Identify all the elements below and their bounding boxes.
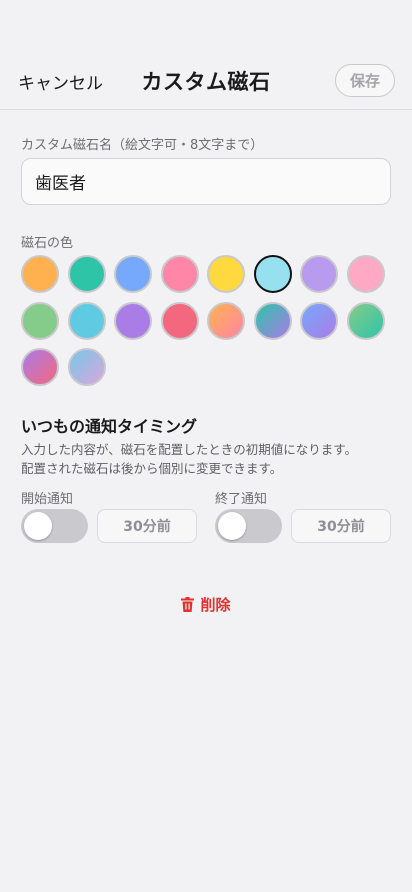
name-field-label: カスタム磁石名（絵文字可・8文字まで） [21,138,264,153]
save-button[interactable]: 保存 [335,64,395,97]
nav-header: キャンセル カスタム磁石 保存 [0,0,412,110]
color-swatch[interactable] [253,255,292,293]
color-swatch[interactable] [67,255,106,293]
color-swatch[interactable] [67,301,106,340]
color-swatch[interactable] [346,255,385,293]
color-swatch[interactable] [207,301,245,340]
timing-section-title: いつもの通知タイミング [21,417,198,436]
end-notification-label: 終了通知 [215,492,268,507]
trash-icon [181,597,195,612]
color-swatch[interactable] [207,255,245,293]
color-swatch[interactable] [253,301,292,340]
start-notification-toggle[interactable] [21,509,88,543]
color-swatch[interactable] [300,255,338,293]
start-notification-label: 開始通知 [21,492,74,507]
magnet-name-input[interactable] [21,158,391,205]
end-notification-toggle[interactable] [215,509,282,543]
color-swatch[interactable] [160,255,199,293]
delete-label: 削除 [200,596,231,614]
end-notification-time[interactable]: 30分前 [291,509,391,543]
color-swatch[interactable] [67,348,106,386]
timing-description-line-1: 入力した内容が、磁石を配置したときの初期値になります。 [21,442,358,457]
delete-button[interactable]: 削除 [0,594,412,615]
color-swatch[interactable] [114,255,152,293]
toggle-knob [218,512,246,540]
color-swatch[interactable] [114,301,152,340]
color-swatch[interactable] [21,255,59,293]
timing-description-line-2: 配置された磁石は後から個別に変更できます。 [21,461,283,476]
color-swatch[interactable] [21,348,59,386]
toggle-knob [24,512,52,540]
color-swatch[interactable] [160,301,199,340]
color-swatch[interactable] [21,301,59,340]
color-swatch[interactable] [346,301,385,340]
color-section-label: 磁石の色 [21,236,74,251]
start-notification-time[interactable]: 30分前 [97,509,197,543]
timing-description: 入力した内容が、磁石を配置したときの初期値になります。 配置された磁石は後から個… [21,440,357,478]
color-swatch[interactable] [300,301,338,340]
